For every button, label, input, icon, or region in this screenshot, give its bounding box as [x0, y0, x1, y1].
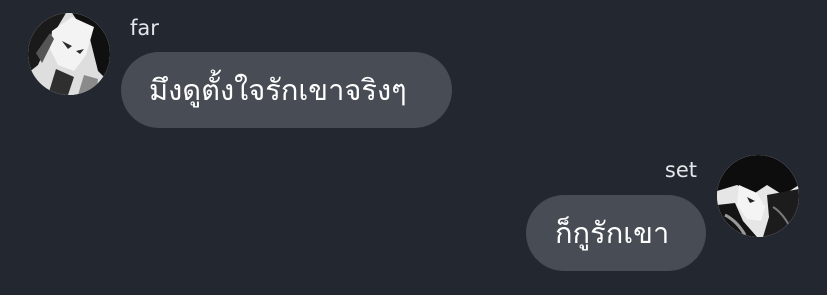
message-bubble-outgoing[interactable]: ก็กูรักเขา — [526, 195, 706, 271]
sender-name: set — [664, 158, 697, 182]
avatar-set[interactable] — [717, 155, 799, 237]
message-bubble-incoming[interactable]: มึงดูตั้งใจรักเขาจริงๆ — [121, 52, 452, 128]
sender-name: far — [130, 16, 159, 40]
manga-character-avatar-icon — [28, 13, 110, 95]
avatar-far[interactable] — [28, 13, 110, 95]
manga-character-avatar-icon — [717, 155, 799, 237]
